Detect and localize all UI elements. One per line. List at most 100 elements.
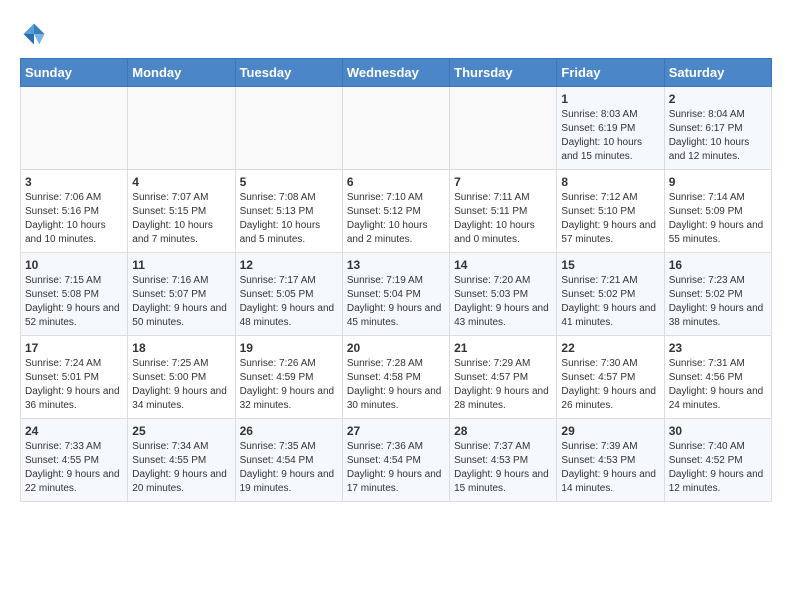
calendar-week-row: 3 Sunrise: 7:06 AM Sunset: 5:16 PM Daylig… <box>21 170 772 253</box>
calendar-week-row: 24 Sunrise: 7:33 AM Sunset: 4:55 PM Dayli… <box>21 419 772 502</box>
day-number: 15 <box>561 258 659 272</box>
day-number: 4 <box>132 175 230 189</box>
day-number: 17 <box>25 341 123 355</box>
calendar-cell <box>235 87 342 170</box>
day-number: 7 <box>454 175 552 189</box>
calendar-cell: 3 Sunrise: 7:06 AM Sunset: 5:16 PM Daylig… <box>21 170 128 253</box>
day-number: 6 <box>347 175 445 189</box>
weekday-header: Monday <box>128 59 235 87</box>
day-number: 20 <box>347 341 445 355</box>
calendar-cell: 25 Sunrise: 7:34 AM Sunset: 4:55 PM Dayli… <box>128 419 235 502</box>
day-number: 19 <box>240 341 338 355</box>
day-number: 21 <box>454 341 552 355</box>
day-info: Sunrise: 7:14 AM Sunset: 5:09 PM Dayligh… <box>669 191 767 247</box>
day-number: 29 <box>561 424 659 438</box>
calendar-cell: 9 Sunrise: 7:14 AM Sunset: 5:09 PM Daylig… <box>664 170 771 253</box>
calendar-cell: 5 Sunrise: 7:08 AM Sunset: 5:13 PM Daylig… <box>235 170 342 253</box>
day-number: 24 <box>25 424 123 438</box>
day-number: 22 <box>561 341 659 355</box>
calendar-cell: 15 Sunrise: 7:21 AM Sunset: 5:02 PM Dayli… <box>557 253 664 336</box>
day-info: Sunrise: 7:10 AM Sunset: 5:12 PM Dayligh… <box>347 191 445 247</box>
day-number: 23 <box>669 341 767 355</box>
day-info: Sunrise: 7:36 AM Sunset: 4:54 PM Dayligh… <box>347 440 445 496</box>
calendar-cell: 24 Sunrise: 7:33 AM Sunset: 4:55 PM Dayli… <box>21 419 128 502</box>
day-info: Sunrise: 7:23 AM Sunset: 5:02 PM Dayligh… <box>669 274 767 330</box>
day-number: 13 <box>347 258 445 272</box>
calendar-cell: 29 Sunrise: 7:39 AM Sunset: 4:53 PM Dayli… <box>557 419 664 502</box>
calendar-cell: 6 Sunrise: 7:10 AM Sunset: 5:12 PM Daylig… <box>342 170 449 253</box>
day-number: 5 <box>240 175 338 189</box>
day-info: Sunrise: 7:20 AM Sunset: 5:03 PM Dayligh… <box>454 274 552 330</box>
calendar-week-row: 10 Sunrise: 7:15 AM Sunset: 5:08 PM Dayli… <box>21 253 772 336</box>
calendar-cell <box>342 87 449 170</box>
day-number: 3 <box>25 175 123 189</box>
calendar-cell: 8 Sunrise: 7:12 AM Sunset: 5:10 PM Daylig… <box>557 170 664 253</box>
weekday-header: Tuesday <box>235 59 342 87</box>
day-info: Sunrise: 8:03 AM Sunset: 6:19 PM Dayligh… <box>561 108 659 164</box>
day-info: Sunrise: 7:21 AM Sunset: 5:02 PM Dayligh… <box>561 274 659 330</box>
calendar-cell: 18 Sunrise: 7:25 AM Sunset: 5:00 PM Dayli… <box>128 336 235 419</box>
weekday-header: Sunday <box>21 59 128 87</box>
day-number: 8 <box>561 175 659 189</box>
calendar-cell: 11 Sunrise: 7:16 AM Sunset: 5:07 PM Dayli… <box>128 253 235 336</box>
calendar-cell: 4 Sunrise: 7:07 AM Sunset: 5:15 PM Daylig… <box>128 170 235 253</box>
day-info: Sunrise: 7:15 AM Sunset: 5:08 PM Dayligh… <box>25 274 123 330</box>
day-info: Sunrise: 7:08 AM Sunset: 5:13 PM Dayligh… <box>240 191 338 247</box>
weekday-header: Saturday <box>664 59 771 87</box>
calendar-cell: 7 Sunrise: 7:11 AM Sunset: 5:11 PM Daylig… <box>450 170 557 253</box>
calendar-week-row: 17 Sunrise: 7:24 AM Sunset: 5:01 PM Dayli… <box>21 336 772 419</box>
day-number: 28 <box>454 424 552 438</box>
day-info: Sunrise: 7:25 AM Sunset: 5:00 PM Dayligh… <box>132 357 230 413</box>
day-number: 26 <box>240 424 338 438</box>
day-info: Sunrise: 7:07 AM Sunset: 5:15 PM Dayligh… <box>132 191 230 247</box>
calendar-cell: 28 Sunrise: 7:37 AM Sunset: 4:53 PM Dayli… <box>450 419 557 502</box>
calendar-cell: 27 Sunrise: 7:36 AM Sunset: 4:54 PM Dayli… <box>342 419 449 502</box>
day-info: Sunrise: 7:16 AM Sunset: 5:07 PM Dayligh… <box>132 274 230 330</box>
day-info: Sunrise: 7:26 AM Sunset: 4:59 PM Dayligh… <box>240 357 338 413</box>
day-info: Sunrise: 7:30 AM Sunset: 4:57 PM Dayligh… <box>561 357 659 413</box>
day-info: Sunrise: 7:24 AM Sunset: 5:01 PM Dayligh… <box>25 357 123 413</box>
day-number: 9 <box>669 175 767 189</box>
calendar-cell: 20 Sunrise: 7:28 AM Sunset: 4:58 PM Dayli… <box>342 336 449 419</box>
day-info: Sunrise: 7:28 AM Sunset: 4:58 PM Dayligh… <box>347 357 445 413</box>
day-info: Sunrise: 7:35 AM Sunset: 4:54 PM Dayligh… <box>240 440 338 496</box>
day-number: 14 <box>454 258 552 272</box>
weekday-header: Wednesday <box>342 59 449 87</box>
day-number: 30 <box>669 424 767 438</box>
day-info: Sunrise: 7:19 AM Sunset: 5:04 PM Dayligh… <box>347 274 445 330</box>
calendar-cell: 16 Sunrise: 7:23 AM Sunset: 5:02 PM Dayli… <box>664 253 771 336</box>
day-number: 11 <box>132 258 230 272</box>
day-number: 10 <box>25 258 123 272</box>
day-number: 25 <box>132 424 230 438</box>
day-number: 1 <box>561 92 659 106</box>
calendar-cell: 21 Sunrise: 7:29 AM Sunset: 4:57 PM Dayli… <box>450 336 557 419</box>
day-number: 18 <box>132 341 230 355</box>
calendar-cell: 22 Sunrise: 7:30 AM Sunset: 4:57 PM Dayli… <box>557 336 664 419</box>
day-number: 16 <box>669 258 767 272</box>
calendar-cell: 14 Sunrise: 7:20 AM Sunset: 5:03 PM Dayli… <box>450 253 557 336</box>
weekday-header: Friday <box>557 59 664 87</box>
day-number: 2 <box>669 92 767 106</box>
day-info: Sunrise: 7:34 AM Sunset: 4:55 PM Dayligh… <box>132 440 230 496</box>
logo-icon <box>20 20 48 48</box>
day-info: Sunrise: 7:39 AM Sunset: 4:53 PM Dayligh… <box>561 440 659 496</box>
logo <box>20 20 52 48</box>
calendar-cell: 19 Sunrise: 7:26 AM Sunset: 4:59 PM Dayli… <box>235 336 342 419</box>
day-info: Sunrise: 7:40 AM Sunset: 4:52 PM Dayligh… <box>669 440 767 496</box>
calendar-table: SundayMondayTuesdayWednesdayThursdayFrid… <box>20 58 772 502</box>
day-info: Sunrise: 7:12 AM Sunset: 5:10 PM Dayligh… <box>561 191 659 247</box>
calendar-cell: 23Sunrise: 7:31 AM Sunset: 4:56 PM Dayli… <box>664 336 771 419</box>
calendar-week-row: 1 Sunrise: 8:03 AM Sunset: 6:19 PM Daylig… <box>21 87 772 170</box>
day-number: 27 <box>347 424 445 438</box>
calendar-cell: 30 Sunrise: 7:40 AM Sunset: 4:52 PM Dayli… <box>664 419 771 502</box>
page-header <box>20 20 772 48</box>
calendar-cell: 12Sunrise: 7:17 AM Sunset: 5:05 PM Dayli… <box>235 253 342 336</box>
day-info: Sunrise: 7:11 AM Sunset: 5:11 PM Dayligh… <box>454 191 552 247</box>
calendar-cell: 17 Sunrise: 7:24 AM Sunset: 5:01 PM Dayli… <box>21 336 128 419</box>
day-info: Sunrise: 7:06 AM Sunset: 5:16 PM Dayligh… <box>25 191 123 247</box>
day-info: Sunrise: 7:29 AM Sunset: 4:57 PM Dayligh… <box>454 357 552 413</box>
calendar-cell <box>21 87 128 170</box>
day-info: Sunrise: 7:33 AM Sunset: 4:55 PM Dayligh… <box>25 440 123 496</box>
calendar-cell <box>450 87 557 170</box>
day-info: Sunrise: 7:37 AM Sunset: 4:53 PM Dayligh… <box>454 440 552 496</box>
